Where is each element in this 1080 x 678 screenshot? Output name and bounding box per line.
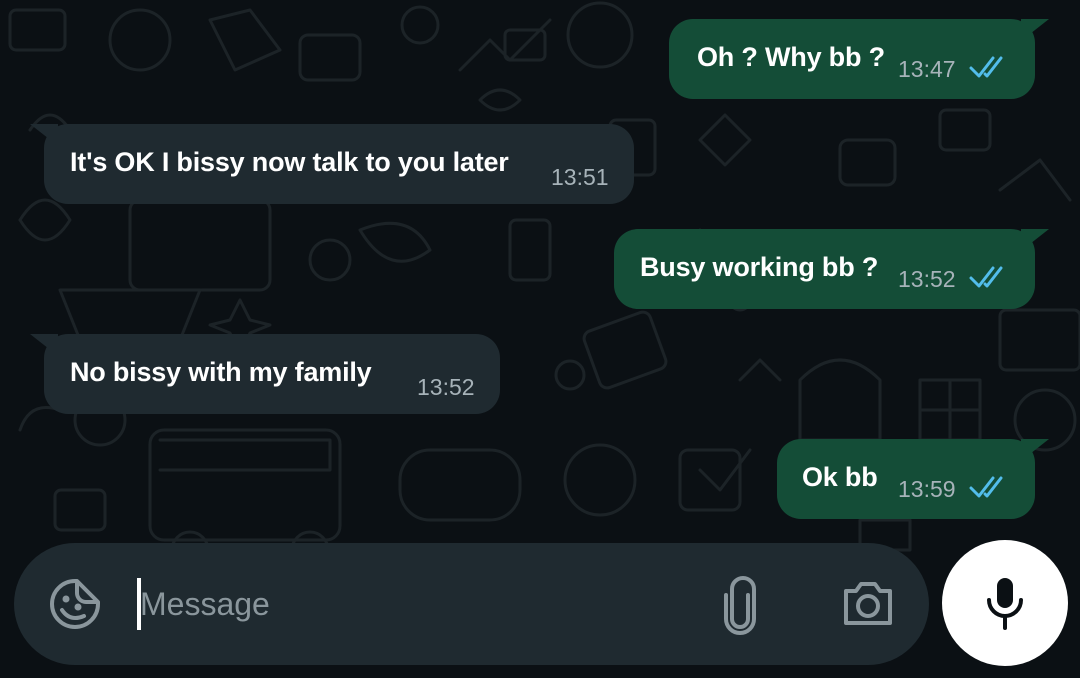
message-time: 13:52 [898, 266, 956, 292]
bubble-tail [1021, 229, 1049, 251]
microphone-icon [987, 578, 1023, 630]
microphone-button[interactable] [942, 540, 1068, 666]
double-check-read-icon [969, 476, 1003, 498]
message-bubble-outgoing[interactable]: Ok bb 13:59 [777, 439, 1049, 519]
message-bubble-incoming[interactable]: No bissy with my family 13:52 [30, 334, 500, 414]
message-input[interactable] [140, 573, 700, 635]
bubble-tail [30, 334, 58, 356]
bubble-tail [30, 124, 58, 146]
paperclip-icon[interactable] [716, 575, 764, 635]
message-time: 13:52 [417, 374, 475, 400]
double-check-read-icon [969, 56, 1003, 78]
message-text: Busy working bb ? [640, 252, 879, 282]
message-time: 13:51 [551, 164, 609, 190]
message-bubble-outgoing[interactable]: Oh ? Why bb ? 13:47 [669, 19, 1049, 99]
message-time: 13:47 [898, 56, 956, 82]
double-check-read-icon [969, 266, 1003, 288]
message-time: 13:59 [898, 476, 956, 502]
message-text: Ok bb [802, 462, 878, 492]
sticker-emoji-icon[interactable] [48, 577, 102, 631]
bubble-tail [1021, 19, 1049, 41]
message-bubble-outgoing[interactable]: Busy working bb ? 13:52 [614, 229, 1049, 309]
message-bubble-incoming[interactable]: It's OK I bissy now talk to you later 13… [30, 124, 634, 204]
message-text: It's OK I bissy now talk to you later [70, 147, 509, 177]
bubble-tail [1021, 439, 1049, 461]
message-text: Oh ? Why bb ? [697, 42, 885, 72]
chat-screen: Oh ? Why bb ? 13:47 It's OK I bissy now … [0, 0, 1080, 678]
message-text: No bissy with my family [70, 357, 372, 387]
camera-icon[interactable] [840, 577, 896, 629]
message-composer [14, 543, 929, 665]
